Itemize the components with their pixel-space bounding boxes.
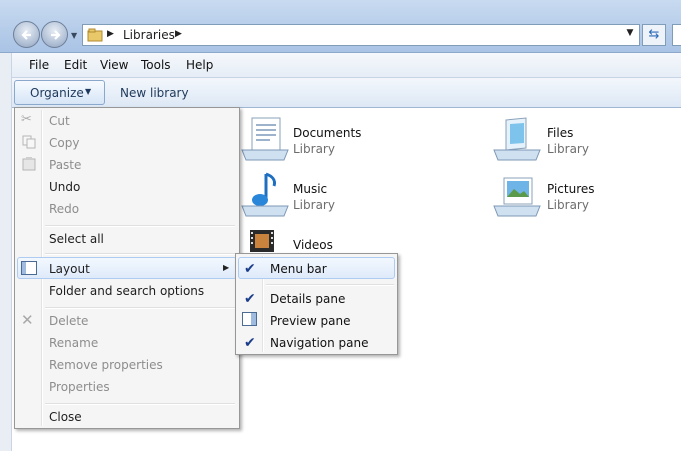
paste-icon (22, 157, 36, 171)
library-type-files: Library (547, 142, 589, 156)
back-button[interactable] (13, 21, 40, 48)
checkmark-icon: ✔ (244, 261, 256, 277)
new-library-button[interactable]: New library (120, 86, 189, 100)
menu-item-remove-properties[interactable]: Remove properties (49, 358, 163, 372)
music-library-icon[interactable] (240, 170, 290, 218)
address-bar[interactable]: ▶ Libraries ▶ ▼ (82, 24, 640, 46)
menu-item-paste[interactable]: Paste (49, 158, 81, 172)
forward-button[interactable] (41, 21, 68, 48)
delete-icon: ✕ (21, 311, 34, 329)
submenu-item-details-pane[interactable]: Details pane (270, 292, 345, 306)
submenu-arrow-icon: ▶ (223, 263, 230, 272)
layout-icon (21, 261, 37, 275)
menu-item-copy[interactable]: Copy (49, 136, 79, 150)
menu-item-folder-options[interactable]: Folder and search options (49, 284, 204, 298)
menu-bar: File Edit View Tools Help (12, 53, 681, 78)
breadcrumb-chevron-icon[interactable]: ▶ (175, 29, 182, 39)
breadcrumb-chevron-icon[interactable]: ▶ (107, 29, 114, 39)
menu-separator (45, 253, 235, 255)
menu-tools[interactable]: Tools (141, 58, 171, 72)
menu-separator (45, 225, 235, 227)
checkmark-icon: ✔ (244, 335, 256, 351)
organize-button[interactable]: Organize ▼ (14, 80, 105, 105)
menu-item-cut[interactable]: Cut (49, 114, 70, 128)
back-arrow-icon (21, 30, 31, 40)
menu-item-rename[interactable]: Rename (49, 336, 98, 350)
menu-separator (45, 403, 235, 405)
library-name-videos[interactable]: Videos (293, 238, 333, 252)
forward-arrow-icon (51, 30, 61, 40)
title-bar: ▼ ▶ Libraries ▶ ▼ ⇆ (0, 0, 681, 53)
menu-item-select-all[interactable]: Select all (49, 232, 104, 246)
library-type-pictures: Library (547, 198, 589, 212)
menu-separator (266, 284, 394, 286)
library-name-music[interactable]: Music (293, 182, 327, 196)
organize-label: Organize (30, 86, 84, 100)
recent-pages-dropdown[interactable]: ▼ (71, 31, 81, 41)
search-input[interactable] (672, 24, 681, 46)
menu-separator (45, 307, 235, 309)
pictures-library-icon[interactable] (492, 172, 542, 218)
submenu-item-navigation-pane[interactable]: Navigation pane (270, 336, 369, 350)
menu-view[interactable]: View (100, 58, 128, 72)
documents-library-icon[interactable] (240, 116, 290, 162)
address-dropdown-icon[interactable]: ▼ (623, 28, 637, 38)
copy-icon (22, 135, 36, 149)
menu-edit[interactable]: Edit (64, 58, 87, 72)
organize-menu: ✂ Cut Copy Paste Undo Redo Select all La… (14, 107, 240, 429)
submenu-item-preview-pane[interactable]: Preview pane (270, 314, 350, 328)
files-library-icon[interactable] (492, 116, 542, 162)
library-name-pictures[interactable]: Pictures (547, 182, 595, 196)
library-name-documents[interactable]: Documents (293, 126, 361, 140)
checkmark-icon: ✔ (244, 291, 256, 307)
videos-library-icon[interactable] (248, 228, 278, 254)
library-type-documents: Library (293, 142, 335, 156)
menu-item-layout-label: Layout (49, 262, 90, 276)
command-bar: Organize ▼ New library (12, 78, 681, 108)
refresh-button[interactable]: ⇆ (642, 24, 666, 46)
breadcrumb-libraries[interactable]: Libraries (123, 28, 175, 42)
menu-item-close[interactable]: Close (49, 410, 82, 424)
menu-file[interactable]: File (29, 58, 49, 72)
menu-item-undo[interactable]: Undo (49, 180, 80, 194)
refresh-icon: ⇆ (648, 27, 660, 42)
chevron-down-icon: ▼ (85, 87, 92, 96)
library-name-files[interactable]: Files (547, 126, 573, 140)
preview-pane-icon (242, 312, 257, 326)
scissors-icon: ✂ (21, 112, 32, 127)
menu-item-redo[interactable]: Redo (49, 202, 79, 216)
menu-item-delete[interactable]: Delete (49, 314, 88, 328)
library-type-music: Library (293, 198, 335, 212)
layout-submenu: ✔ Menu bar ✔ Details pane Preview pane ✔… (235, 253, 398, 355)
menu-help[interactable]: Help (186, 58, 213, 72)
submenu-item-menu-bar-label: Menu bar (270, 262, 327, 276)
navigation-pane (0, 53, 12, 451)
libraries-folder-icon (87, 28, 103, 42)
menu-item-properties[interactable]: Properties (49, 380, 110, 394)
